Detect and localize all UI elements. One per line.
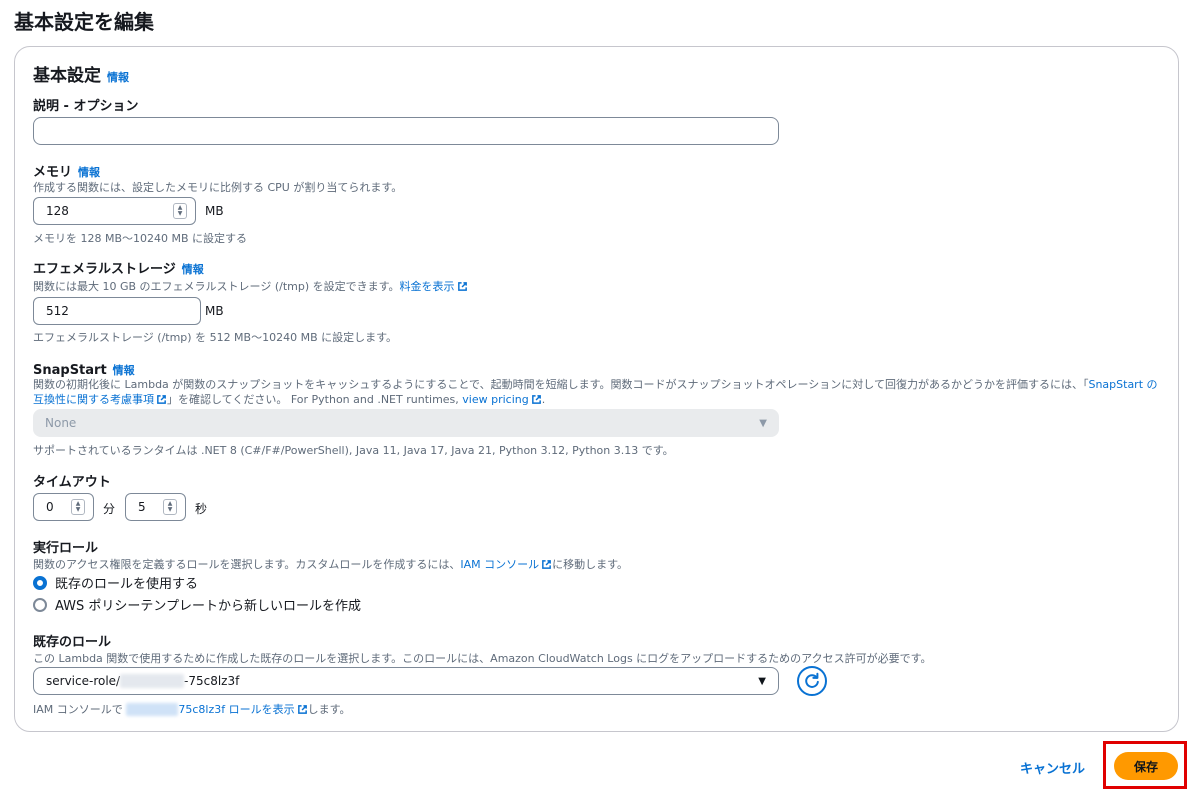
storage-desc-text: 関数には最大 10 GB のエフェメラルストレージ (/tmp) を設定できます…	[33, 280, 400, 293]
role-value-suffix: -75c8lz3f	[184, 674, 240, 688]
snapstart-description-line1: 関数の初期化後に Lambda が関数のスナップショットをキャッシュするようにす…	[33, 376, 1158, 392]
storage-input[interactable]: 512	[33, 297, 201, 325]
storage-pricing-link[interactable]: 料金を表示	[400, 280, 455, 293]
external-link-icon	[531, 395, 541, 404]
memory-hint: メモリを 128 MB～10240 MB に設定する	[33, 232, 248, 245]
external-link-icon	[297, 705, 307, 714]
role-desc-end: に移動します。	[552, 558, 629, 571]
refresh-icon	[805, 672, 819, 688]
description-input[interactable]	[33, 117, 779, 145]
external-link-icon	[457, 282, 467, 291]
snapstart-pricing-link[interactable]: view pricing	[462, 393, 528, 406]
snapstart-desc1: 関数の初期化後に Lambda が関数のスナップショットをキャッシュするようにす…	[33, 378, 1089, 391]
snapstart-select-value: None	[45, 416, 77, 430]
role-option-template-label: AWS ポリシーテンプレートから新しいロールを作成	[55, 599, 362, 614]
role-label: 実行ロール	[33, 541, 99, 556]
memory-input[interactable]: 128 ▲ ▼	[33, 197, 196, 225]
cancel-button[interactable]: キャンセル	[1020, 758, 1085, 777]
storage-label: エフェメラルストレージ	[33, 262, 176, 277]
snapstart-compat-link-a[interactable]: SnapStart の	[1088, 378, 1157, 391]
memory-value: 128	[46, 204, 69, 218]
timeout-label: タイムアウト	[33, 475, 111, 490]
snapstart-compat-link-b[interactable]: 互換性に関する考慮事項	[33, 393, 154, 406]
memory-unit: MB	[205, 204, 224, 218]
timeout-seconds-unit: 秒	[195, 502, 208, 516]
existing-role-label: 既存のロール	[33, 635, 112, 650]
save-button[interactable]: 保存	[1114, 752, 1178, 780]
refresh-button[interactable]	[797, 666, 827, 696]
external-link-icon	[157, 395, 166, 404]
storage-value: 512	[46, 304, 69, 318]
iam-console-link[interactable]: IAM コンソール	[460, 558, 539, 571]
snapstart-hint: サポートされているランタイムは .NET 8 (C#/F#/PowerShell…	[33, 444, 674, 457]
page-title: 基本設定を編集	[14, 10, 154, 34]
caret-down-icon: ▼	[759, 417, 767, 429]
section-header: 基本設定 情報	[33, 61, 129, 86]
storage-hint: エフェメラルストレージ (/tmp) を 512 MB～10240 MB に設定…	[33, 331, 398, 344]
basic-settings-panel: 基本設定 情報 説明 - オプション メモリ 情報 作成する関数には、設定したメモリ…	[14, 46, 1179, 732]
memory-header: メモリ 情報	[33, 161, 100, 180]
storage-info-link[interactable]: 情報	[182, 263, 204, 276]
existing-role-description: この Lambda 関数で使用するために作成した既存のロールを選択します。このロ…	[33, 652, 932, 665]
storage-header: エフェメラルストレージ 情報	[33, 258, 204, 277]
caret-down-icon: ▼	[758, 675, 766, 687]
role-hint-prefix: IAM コンソールで	[33, 703, 123, 716]
view-role-link[interactable]: 75c8lz3f ロールを表示	[178, 703, 294, 716]
role-hint-suffix: します。	[307, 703, 351, 716]
snapstart-desc2: 」を確認してください。 For Python and .NET runtimes…	[167, 393, 459, 406]
timeout-minutes-unit: 分	[103, 502, 116, 516]
description-label: 説明 - オプション	[33, 99, 139, 114]
timeout-minutes-input[interactable]: 0 ▲ ▼	[33, 493, 94, 521]
redacted-text: xxxxxxxx	[126, 703, 179, 716]
section-title: 基本設定	[33, 66, 101, 86]
memory-description: 作成する関数には、設定したメモリに比例する CPU が割り当てられます。	[33, 181, 403, 194]
snapstart-description-line2: 互換性に関する考慮事項 」を確認してください。 For Python and .N…	[33, 391, 545, 407]
memory-info-link[interactable]: 情報	[78, 166, 100, 179]
radio-unchecked-icon[interactable]	[33, 597, 47, 612]
radio-checked-icon[interactable]	[33, 575, 47, 590]
storage-description: 関数には最大 10 GB のエフェメラルストレージ (/tmp) を設定できます…	[33, 278, 468, 294]
external-link-icon	[542, 560, 552, 569]
role-option-existing-label: 既存のロールを使用する	[55, 577, 199, 592]
snapstart-select: None ▼	[33, 409, 779, 437]
section-info-link[interactable]: 情報	[107, 71, 129, 84]
redacted-text: xxxxxxxxx	[120, 674, 185, 688]
memory-label: メモリ	[33, 165, 73, 180]
timeout-seconds-input[interactable]: 5 ▲ ▼	[125, 493, 186, 521]
minutes-spinner-icon[interactable]: ▲ ▼	[71, 499, 85, 515]
seconds-spinner-icon[interactable]: ▲ ▼	[163, 499, 177, 515]
existing-role-hint: IAM コンソールで xxxxxxxx75c8lz3f ロールを表示します。	[33, 701, 351, 717]
timeout-minutes-value: 0	[46, 500, 54, 514]
role-desc-text: 関数のアクセス権限を定義するロールを選択します。カスタムロールを作成するには、	[33, 558, 461, 571]
role-description: 関数のアクセス権限を定義するロールを選択します。カスタムロールを作成するには、I…	[33, 556, 628, 572]
storage-unit: MB	[205, 304, 224, 318]
role-value-prefix: service-role/	[46, 674, 121, 688]
role-option-template[interactable]: AWS ポリシーテンプレートから新しいロールを作成	[33, 595, 361, 614]
role-option-existing[interactable]: 既存のロールを使用する	[33, 573, 198, 592]
snapstart-desc2-end: .	[541, 393, 546, 406]
timeout-seconds-value: 5	[138, 500, 146, 514]
memory-spinner-icon[interactable]: ▲ ▼	[173, 203, 187, 219]
existing-role-value: service-role/xxxxxxxxx-75c8lz3f	[46, 674, 239, 688]
existing-role-select[interactable]: service-role/xxxxxxxxx-75c8lz3f ▼	[33, 667, 779, 695]
